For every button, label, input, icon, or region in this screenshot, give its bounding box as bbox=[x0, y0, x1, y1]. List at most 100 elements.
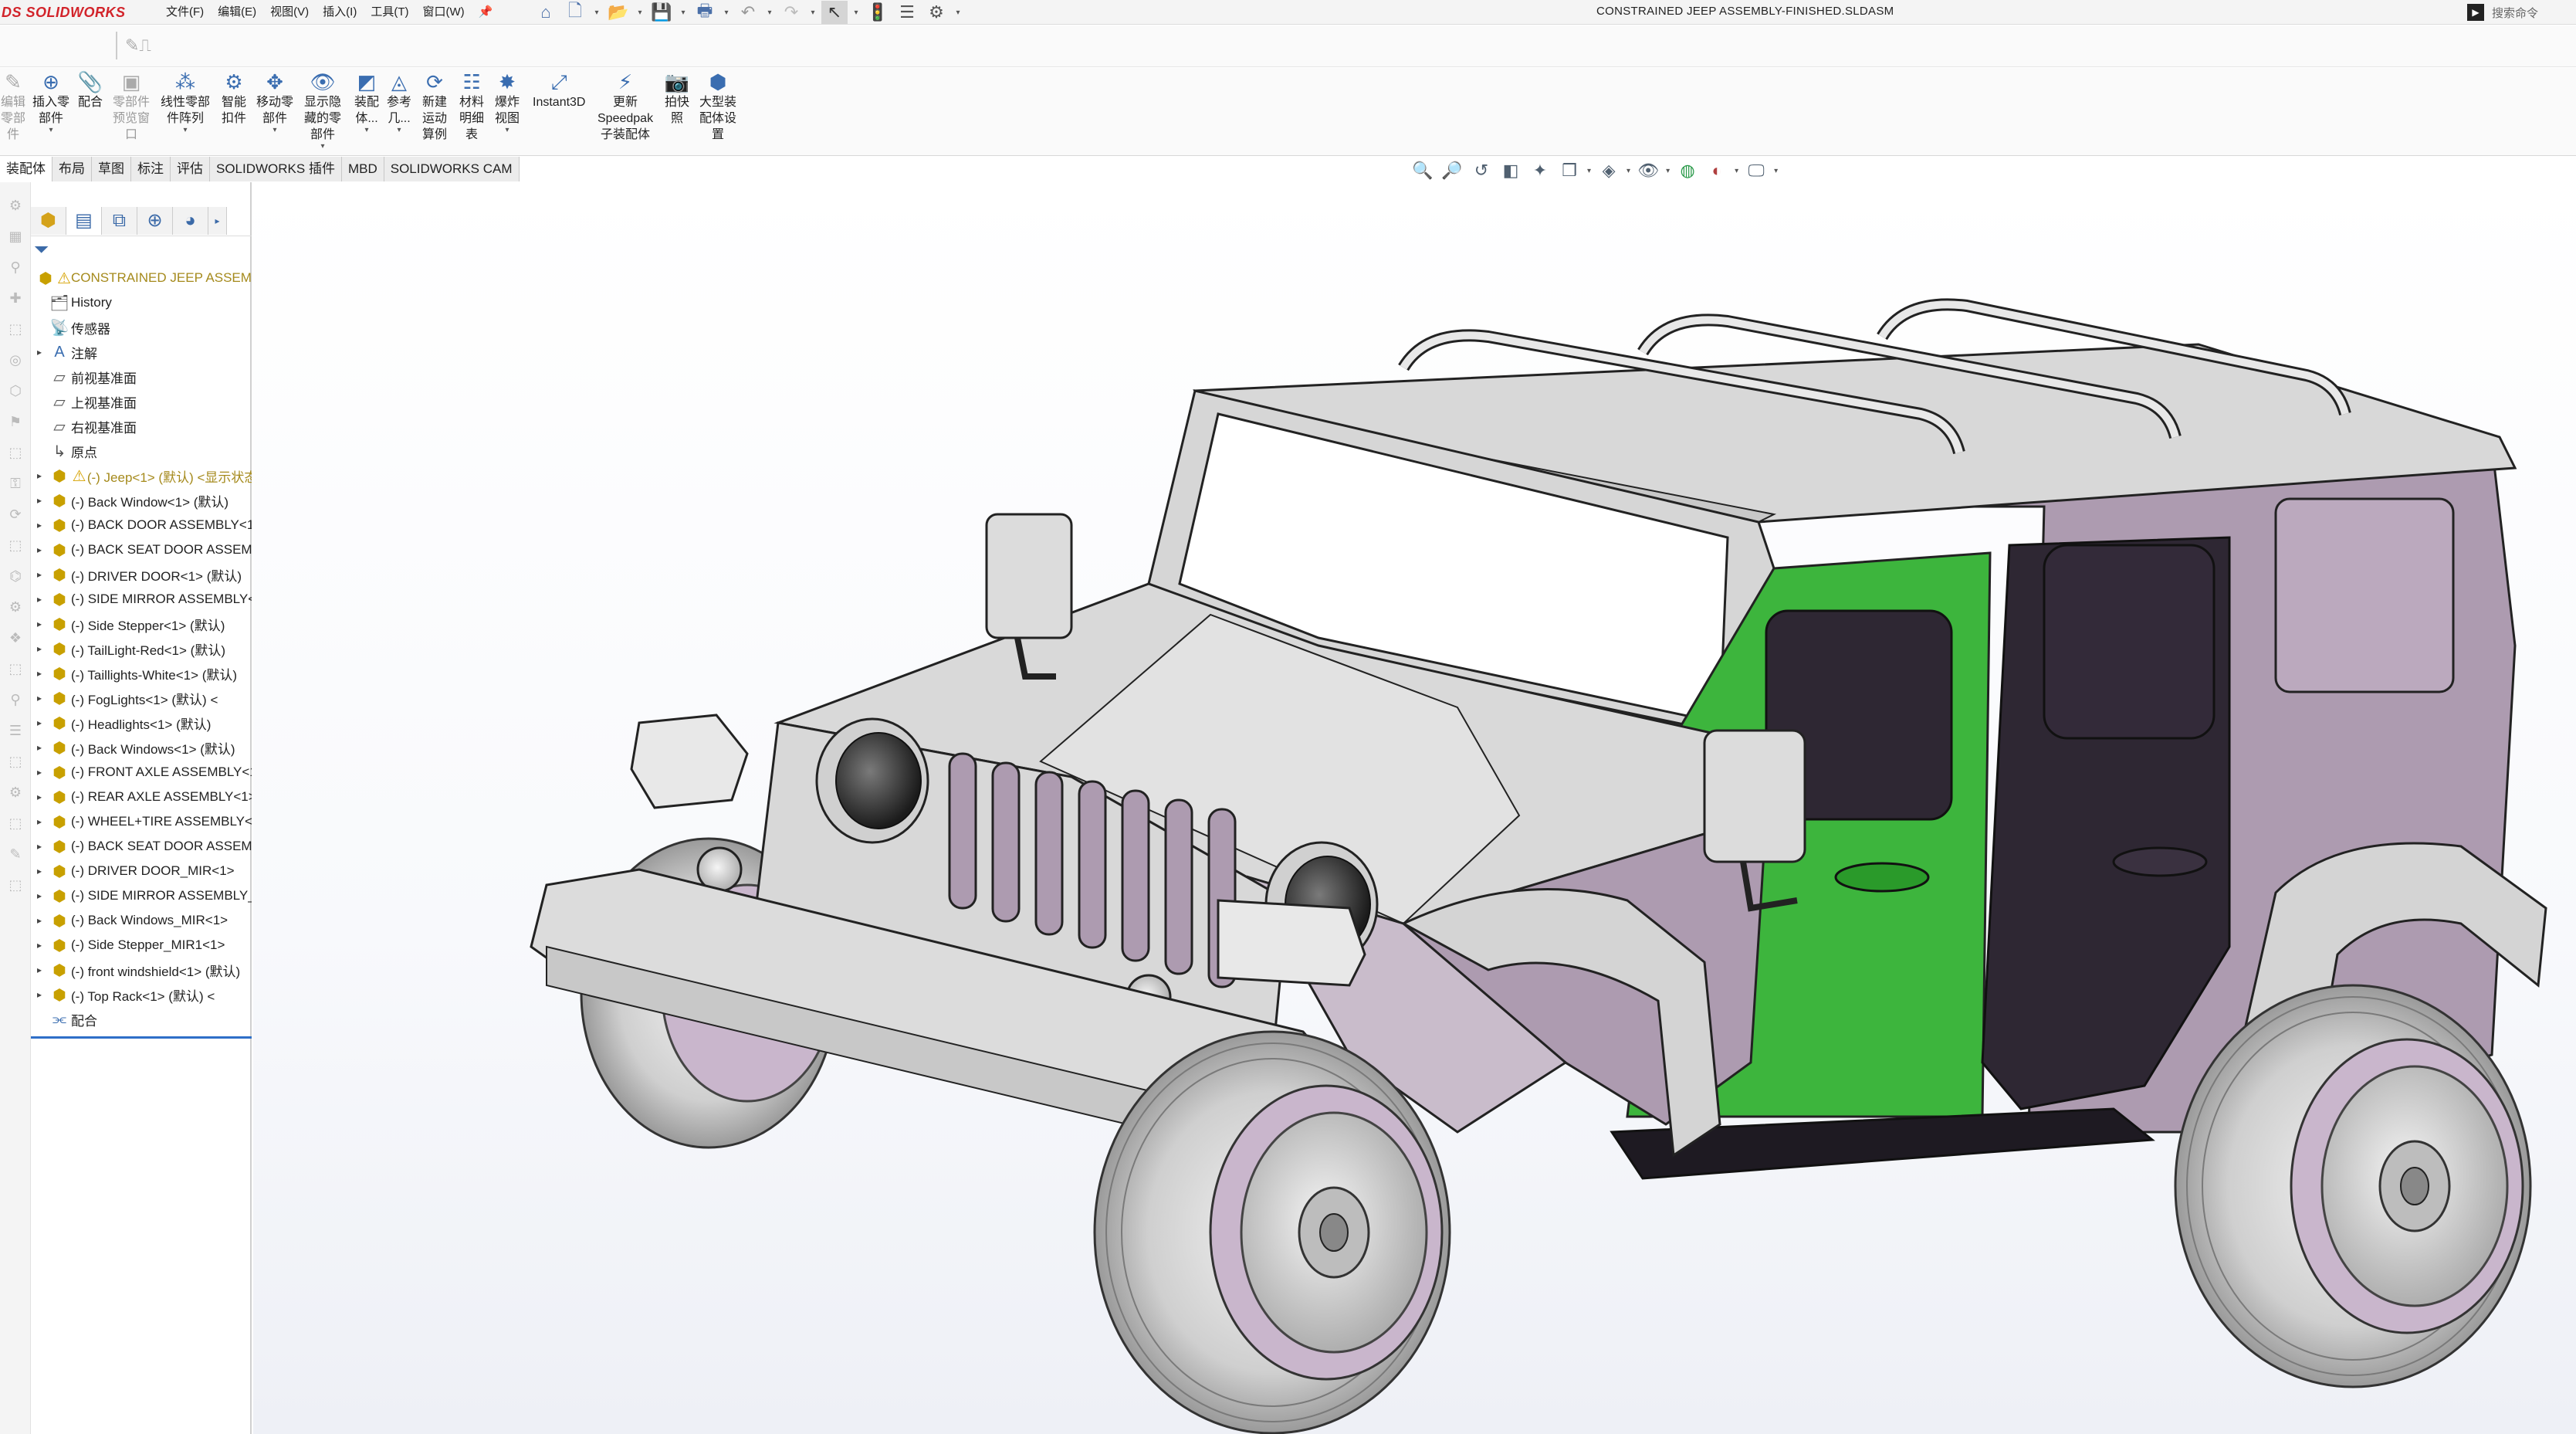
expand-arrow-icon[interactable]: ▸ bbox=[31, 668, 48, 679]
tab-5[interactable]: SOLIDWORKS 插件 bbox=[210, 157, 342, 181]
menu-insert[interactable]: 插入(I) bbox=[316, 3, 364, 22]
menu-window[interactable]: 窗口(W) bbox=[415, 3, 471, 22]
edit-appearance-icon[interactable]: ◍ bbox=[1676, 160, 1699, 181]
tree-item[interactable]: ▸ ⬢ (-) Side Stepper_MIR1<1> bbox=[31, 933, 252, 958]
ribbon-button-15[interactable]: 📷 拍快 照 bbox=[664, 69, 690, 127]
tree-item[interactable]: 📡 传感器 bbox=[31, 315, 252, 340]
strip-icon-10[interactable]: ⚿ bbox=[5, 476, 26, 497]
ribbon-dropdown-icon[interactable]: ▾ bbox=[272, 127, 276, 134]
tab-6[interactable]: MBD bbox=[341, 157, 384, 181]
solidworks-logo[interactable]: DS SOLIDWORKS bbox=[2, 3, 126, 22]
expand-arrow-icon[interactable]: ▸ bbox=[31, 841, 48, 852]
strip-icon-22[interactable]: ✎ bbox=[5, 846, 26, 868]
tree-item[interactable]: ▸ ⬢ ⚠(-) Jeep<1> (默认) <显示状态-1> bbox=[31, 463, 252, 488]
expand-arrow-icon[interactable]: ▸ bbox=[31, 594, 48, 605]
ribbon-button-14[interactable]: ⚡ 更新 Speedpak 子装配体 bbox=[597, 69, 653, 143]
jeep-model[interactable] bbox=[253, 182, 2576, 1434]
strip-icon-16[interactable]: ⬚ bbox=[5, 661, 26, 683]
section-view-icon[interactable]: ◧ bbox=[1499, 160, 1522, 181]
configuration-manager-tab-icon[interactable]: ⧉ bbox=[102, 206, 137, 235]
expand-arrow-icon[interactable]: ▸ bbox=[31, 643, 48, 654]
strip-icon-3[interactable]: ⚲ bbox=[5, 259, 26, 281]
print-icon[interactable]: 🖶 bbox=[692, 1, 718, 24]
ribbon-dropdown-icon[interactable]: ▾ bbox=[320, 143, 324, 151]
strip-icon-5[interactable]: ⬚ bbox=[5, 321, 26, 343]
view-orientation-icon[interactable]: ❒ bbox=[1558, 160, 1581, 181]
expand-arrow-icon[interactable]: ▸ bbox=[31, 569, 48, 580]
ribbon-dropdown-icon[interactable]: ▾ bbox=[49, 127, 52, 134]
tree-item[interactable]: 🗂 History bbox=[31, 290, 252, 315]
expand-arrow-icon[interactable]: ▸ bbox=[31, 717, 48, 728]
tree-item[interactable]: ▸ ⬢ (-) FRONT AXLE ASSEMBLY<1> bbox=[31, 760, 252, 785]
tree-item[interactable]: ▸ ⬢ (-) Back Window<1> (默认) bbox=[31, 488, 252, 513]
sketch-context-icon[interactable]: ✎⎍ bbox=[116, 32, 178, 59]
open-dropdown-icon[interactable]: ▾ bbox=[635, 1, 645, 24]
ribbon-button-8[interactable]: ◩ 装配 体... ▾ bbox=[354, 69, 380, 134]
strip-icon-4[interactable]: ✚ bbox=[5, 290, 26, 312]
ribbon-button-11[interactable]: ☷ 材料 明细 表 bbox=[459, 69, 485, 143]
expand-arrow-icon[interactable]: ▸ bbox=[31, 470, 48, 481]
strip-icon-19[interactable]: ⬚ bbox=[5, 754, 26, 775]
ribbon-button-13[interactable]: ⤢ Instant3D bbox=[533, 69, 585, 110]
tree-item[interactable]: ↳ 原点 bbox=[31, 439, 252, 463]
strip-icon-14[interactable]: ⚙ bbox=[5, 599, 26, 621]
ribbon-button-0[interactable]: ✎ 编辑 零部 件 bbox=[0, 69, 26, 143]
expand-arrow-icon[interactable]: ▸ bbox=[31, 866, 48, 876]
feature-manager-tab-icon[interactable]: ⬢ bbox=[31, 206, 66, 235]
tree-item[interactable]: ▸ ⬢ (-) BACK SEAT DOOR ASSEMBLY<1> bbox=[31, 537, 252, 562]
ribbon-dropdown-icon[interactable]: ▾ bbox=[364, 127, 368, 134]
hide-show-dropdown-icon[interactable]: ▾ bbox=[1666, 167, 1670, 175]
tree-item[interactable]: ▸ ⬢ (-) BACK SEAT DOOR ASSEMBLY<2> bbox=[31, 834, 252, 859]
strip-icon-23[interactable]: ⬚ bbox=[5, 877, 26, 899]
open-icon[interactable]: 📂 bbox=[605, 1, 631, 24]
options-gear-icon[interactable]: ⚙ bbox=[923, 1, 949, 24]
tree-item[interactable]: ▸ ⬢ (-) REAR AXLE ASSEMBLY<1> bbox=[31, 785, 252, 809]
new-document-icon[interactable]: 🗋 bbox=[562, 1, 588, 24]
wheel-front-right[interactable] bbox=[1093, 1030, 1451, 1434]
strip-icon-21[interactable]: ⬚ bbox=[5, 815, 26, 837]
expand-arrow-icon[interactable]: ▸ bbox=[31, 347, 48, 358]
ribbon-button-6[interactable]: ✥ 移动零 部件 ▾ bbox=[256, 69, 293, 134]
expand-arrow-icon[interactable]: ▸ bbox=[31, 495, 48, 506]
expand-arrow-icon[interactable]: ▸ bbox=[31, 520, 48, 531]
graphics-area[interactable] bbox=[253, 182, 2576, 1434]
filter-icon[interactable]: ⏷ bbox=[34, 239, 49, 261]
options-dropdown-icon[interactable]: ▾ bbox=[953, 1, 963, 24]
strip-icon-12[interactable]: ⬚ bbox=[5, 537, 26, 559]
ribbon-button-10[interactable]: ⟳ 新建 运动 算例 bbox=[421, 69, 448, 143]
undo-icon[interactable]: ↶ bbox=[735, 1, 761, 24]
tab-1[interactable]: 布局 bbox=[52, 157, 92, 181]
expand-arrow-icon[interactable]: ▸ bbox=[31, 964, 48, 975]
tab-3[interactable]: 标注 bbox=[131, 157, 171, 181]
apply-scene-icon[interactable]: ◐ bbox=[1705, 160, 1728, 181]
tree-rollback-bar[interactable] bbox=[31, 1036, 252, 1039]
rebuild-icon[interactable]: 🚦 bbox=[865, 1, 891, 24]
tree-item[interactable]: ▸ ⬢ (-) BACK DOOR ASSEMBLY<1> bbox=[31, 513, 252, 537]
tree-item[interactable]: ▸ ⬢ (-) DRIVER DOOR<1> (默认) bbox=[31, 562, 252, 587]
strip-icon-9[interactable]: ⬚ bbox=[5, 445, 26, 466]
strip-icon-15[interactable]: ❖ bbox=[5, 630, 26, 652]
zoom-to-fit-icon[interactable]: 🔍 bbox=[1411, 160, 1434, 181]
print-dropdown-icon[interactable]: ▾ bbox=[721, 1, 732, 24]
undo-dropdown-icon[interactable]: ▾ bbox=[764, 1, 775, 24]
expand-arrow-icon[interactable]: ▸ bbox=[31, 890, 48, 901]
more-tabs-icon[interactable]: ▸ bbox=[208, 206, 227, 235]
tree-item[interactable]: ▱ 前视基准面 bbox=[31, 364, 252, 389]
wheel-rear-right[interactable] bbox=[2174, 984, 2532, 1388]
tree-item[interactable]: ▱ 右视基准面 bbox=[31, 414, 252, 439]
display-manager-tab-icon[interactable]: ◕ bbox=[173, 206, 208, 235]
expand-arrow-icon[interactable]: ▸ bbox=[31, 544, 48, 555]
strip-icon-7[interactable]: ⬡ bbox=[5, 383, 26, 405]
tab-7[interactable]: SOLIDWORKS CAM bbox=[384, 157, 520, 181]
dimxpert-manager-tab-icon[interactable]: ⊕ bbox=[137, 206, 173, 235]
strip-icon-17[interactable]: ⚲ bbox=[5, 692, 26, 714]
tree-item[interactable]: ▸ ⬢ (-) FogLights<1> (默认) < bbox=[31, 686, 252, 710]
ribbon-button-1[interactable]: ⊕ 插入零 部件 ▾ bbox=[32, 69, 69, 134]
expand-arrow-icon[interactable]: ▸ bbox=[31, 989, 48, 1000]
tab-0[interactable]: 装配体 bbox=[0, 157, 52, 181]
strip-icon-8[interactable]: ⚑ bbox=[5, 414, 26, 436]
ribbon-button-4[interactable]: ⁂ 线性零部 件阵列 ▾ bbox=[161, 69, 210, 134]
tree-item[interactable]: ▸ ⬢ (-) Side Stepper<1> (默认) bbox=[31, 612, 252, 636]
tree-item[interactable]: ▸ ⬢ (-) Back Windows_MIR<1> bbox=[31, 908, 252, 933]
view-orientation-dropdown-icon[interactable]: ▾ bbox=[1587, 167, 1591, 175]
